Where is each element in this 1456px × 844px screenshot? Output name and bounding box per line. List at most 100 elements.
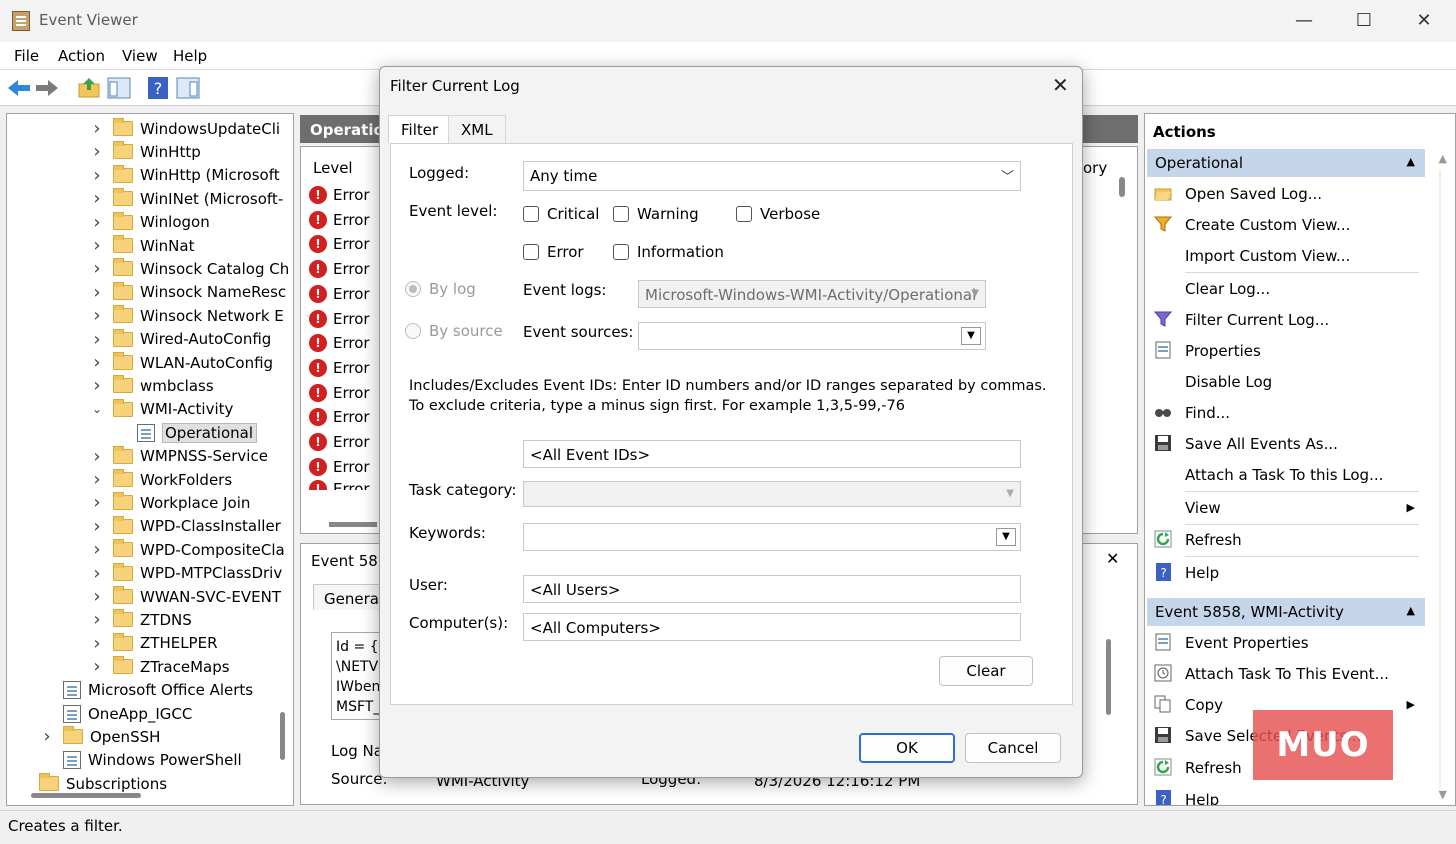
dropdown-arrow-icon[interactable]: ▼ <box>996 528 1016 546</box>
event-row[interactable]: ! Error <box>309 209 370 231</box>
action-event-refresh[interactable]: Refresh <box>1185 755 1242 781</box>
detail-close-button[interactable]: ✕ <box>1106 549 1119 568</box>
action-log-save-all-events-as[interactable]: Save All Events As... <box>1185 431 1338 457</box>
collapse-icon[interactable]: ▲ <box>1407 155 1415 168</box>
help-icon[interactable]: ? <box>145 76 171 100</box>
computers-input[interactable]: <All Computers> <box>523 613 1021 641</box>
tree-item[interactable]: › WLAN-AutoConfig <box>91 351 273 374</box>
chevron-icon[interactable]: › <box>91 235 103 256</box>
chevron-icon[interactable]: › <box>91 492 103 513</box>
tab-xml[interactable]: XML <box>448 115 506 143</box>
event-row[interactable]: ! Error <box>309 308 370 330</box>
tree-item[interactable]: › Winsock Catalog Ch <box>91 257 289 280</box>
tab-general[interactable]: General <box>313 584 383 610</box>
chevron-icon[interactable]: › <box>91 516 103 537</box>
keywords-select[interactable]: ▼ <box>523 523 1021 551</box>
event-row[interactable]: ! Error <box>309 406 370 428</box>
action-log-filter-current-log[interactable]: Filter Current Log... <box>1185 307 1329 333</box>
action-log-view[interactable]: View <box>1185 495 1221 521</box>
chevron-icon[interactable]: › <box>91 539 103 560</box>
collapse-icon[interactable]: ▲ <box>1407 604 1415 617</box>
tree-item[interactable]: Subscriptions <box>17 772 167 795</box>
chevron-icon[interactable]: › <box>91 258 103 279</box>
event-description[interactable]: Id = {0 \NETV IWben MSFT_ <box>331 632 383 720</box>
tree-item[interactable]: › WinNat <box>91 234 194 257</box>
column-level[interactable]: Level <box>313 159 353 177</box>
event-row[interactable]: ! Error <box>309 456 370 478</box>
task-category-select[interactable]: ▼ <box>523 481 1021 507</box>
by-source-radio[interactable]: By source <box>405 322 503 340</box>
tree-item[interactable]: › WorkFolders <box>91 468 232 491</box>
tree-item[interactable]: › WindowsUpdateCli <box>91 117 280 140</box>
actions-section-operational[interactable]: Operational ▲ <box>1147 149 1425 177</box>
chevron-icon[interactable]: › <box>91 446 103 467</box>
tree-item[interactable]: › OpenSSH <box>41 725 160 748</box>
menu-action[interactable]: Action <box>58 47 105 65</box>
tab-filter[interactable]: Filter <box>388 115 452 143</box>
minimize-button[interactable]: — <box>1284 8 1324 34</box>
action-log-open-saved-log[interactable]: Open Saved Log... <box>1185 181 1322 207</box>
cancel-button[interactable]: Cancel <box>965 733 1061 763</box>
tree-item[interactable]: Windows PowerShell <box>41 749 242 772</box>
checkbox-box[interactable] <box>613 206 629 222</box>
action-event-copy[interactable]: Copy <box>1185 692 1223 718</box>
tree-item[interactable]: › ZTDNS <box>91 608 192 631</box>
maximize-button[interactable]: ☐ <box>1344 8 1384 34</box>
warning-checkbox[interactable]: Warning <box>613 205 699 223</box>
chevron-icon[interactable]: › <box>91 375 103 396</box>
event-row[interactable]: ! Error <box>309 283 370 305</box>
dialog-close-button[interactable]: ✕ <box>1052 73 1069 97</box>
chevron-icon[interactable]: › <box>91 141 103 162</box>
action-log-attach-a-task-to-this-log[interactable]: Attach a Task To this Log... <box>1185 462 1383 488</box>
checkbox-box[interactable] <box>523 206 539 222</box>
tree-item[interactable]: › WPD-MTPClassDriv <box>91 562 282 585</box>
chevron-icon[interactable]: › <box>91 609 103 630</box>
logged-select[interactable]: Any time ﹀ <box>523 161 1021 191</box>
chevron-icon[interactable]: ⌄ <box>91 402 103 416</box>
event-list-hscrollbar[interactable] <box>329 522 377 527</box>
chevron-icon[interactable]: › <box>41 726 53 747</box>
tree-item[interactable]: › Winsock Network E <box>91 304 284 327</box>
event-row[interactable]: ! Error <box>309 431 370 453</box>
tree-item[interactable]: › WinHttp <box>91 140 201 163</box>
tree-item[interactable]: › WinINet (Microsoft- <box>91 187 283 210</box>
tree-item[interactable]: OneApp_IGCC <box>41 702 192 725</box>
error-checkbox[interactable]: Error <box>523 243 584 261</box>
close-button[interactable]: ✕ <box>1404 8 1444 34</box>
detail-scrollbar[interactable] <box>1106 639 1111 715</box>
tree-item[interactable]: › WMPNSS-Service <box>91 445 268 468</box>
ok-button[interactable]: OK <box>859 733 955 763</box>
checkbox-box[interactable] <box>736 206 752 222</box>
clear-button[interactable]: Clear <box>939 656 1033 686</box>
tree-item[interactable]: Microsoft Office Alerts <box>41 679 253 702</box>
chevron-icon[interactable]: › <box>91 165 103 186</box>
menu-help[interactable]: Help <box>173 47 207 65</box>
chevron-icon[interactable]: › <box>91 633 103 654</box>
by-log-radio[interactable]: By log <box>405 280 476 298</box>
tree-item[interactable]: › WWAN-SVC-EVENT <box>91 585 281 608</box>
event-list-scrollbar[interactable] <box>1119 177 1125 197</box>
event-row[interactable]: ! Error <box>309 258 370 280</box>
action-log-clear-log[interactable]: Clear Log... <box>1185 276 1270 302</box>
chevron-icon[interactable]: › <box>91 469 103 490</box>
menu-view[interactable]: View <box>122 47 158 65</box>
tree-item[interactable]: › ZTraceMaps <box>91 655 230 678</box>
tree-item[interactable]: › WPD-ClassInstaller <box>91 515 281 538</box>
event-sources-select[interactable]: ▼ <box>638 322 986 350</box>
tree-item[interactable]: › WPD-CompositeCla <box>91 538 285 561</box>
chevron-icon[interactable]: › <box>91 282 103 303</box>
event-row[interactable]: ! Error <box>309 480 370 491</box>
tree-item[interactable]: › WinHttp (Microsoft <box>91 164 280 187</box>
information-checkbox[interactable]: Information <box>613 243 724 261</box>
action-log-find[interactable]: Find... <box>1185 400 1230 426</box>
checkbox-box[interactable] <box>613 244 629 260</box>
checkbox-box[interactable] <box>523 244 539 260</box>
tree-item[interactable]: › wmbclass <box>91 374 214 397</box>
action-log-refresh[interactable]: Refresh <box>1185 527 1242 553</box>
event-ids-input[interactable]: <All Event IDs> <box>523 440 1021 468</box>
back-arrow-icon[interactable] <box>6 76 32 100</box>
action-log-disable-log[interactable]: Disable Log <box>1185 369 1272 395</box>
forward-arrow-icon[interactable] <box>34 76 60 100</box>
event-row[interactable]: ! Error <box>309 357 370 379</box>
radio-dot[interactable] <box>405 323 421 339</box>
